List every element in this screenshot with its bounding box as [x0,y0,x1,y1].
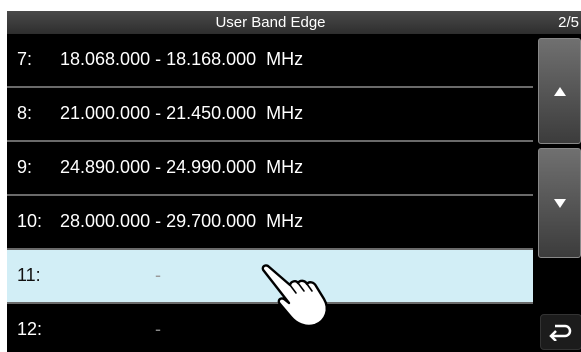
frequency-range: 18.068.000 - 18.168.000 MHz [60,49,304,69]
list-item-9[interactable]: 9: 24.890.000 - 24.990.000 MHz [7,142,533,196]
side-controls [538,34,581,352]
back-button[interactable] [540,314,581,350]
list-item-10[interactable]: 10: 28.000.000 - 29.700.000 MHz [7,196,533,250]
row-number: 12: [17,319,43,339]
return-arrow-icon [549,324,572,341]
pointing-hand-icon [261,264,328,328]
title-bar: User Band Edge 2/5 [7,11,581,34]
empty-range-dash: - [155,319,161,339]
scroll-up-button[interactable] [538,38,581,144]
empty-range-dash: - [155,265,161,285]
triangle-up-icon [553,86,566,96]
page-title: User Band Edge [215,14,326,31]
frequency-range: 24.890.000 - 24.990.000 MHz [60,157,304,177]
row-number: 8: [17,103,33,123]
page-indicator: 2/5 [558,14,579,31]
row-number: 7: [17,49,33,69]
frequency-range: 28.000.000 - 29.700.000 MHz [60,211,304,231]
triangle-down-icon [553,198,566,208]
list-item-7[interactable]: 7: 18.068.000 - 18.168.000 MHz [7,34,533,88]
row-number: 10: [17,211,43,231]
scroll-down-button[interactable] [538,148,581,258]
row-number: 9: [17,157,33,177]
row-number: 11: [17,265,41,285]
frequency-range: 21.000.000 - 21.450.000 MHz [60,103,304,123]
list-item-8[interactable]: 8: 21.000.000 - 21.450.000 MHz [7,88,533,142]
